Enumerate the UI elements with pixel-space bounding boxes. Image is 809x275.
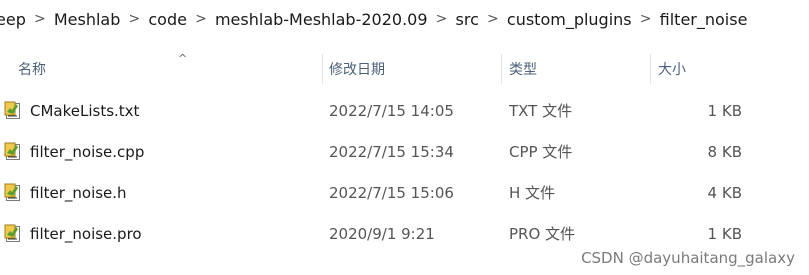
file-name: filter_noise.h [30, 183, 127, 202]
column-divider[interactable] [501, 54, 502, 84]
chevron-right-icon[interactable]: > [481, 11, 505, 27]
breadcrumb-item-meshlab-version[interactable]: meshlab-Meshlab-2020.09 [213, 10, 430, 29]
breadcrumb-item-src[interactable]: src [454, 10, 481, 29]
chevron-right-icon[interactable]: > [634, 11, 658, 27]
file-row[interactable]: filter_noise.cpp 2022/7/15 15:34 CPP 文件 … [0, 131, 809, 172]
column-header-type-label: 类型 [509, 62, 537, 78]
column-header-size[interactable]: 大小 [658, 52, 758, 86]
file-explorer-window: eep > Meshlab > code > meshlab-Meshlab-2… [0, 0, 809, 275]
file-size: 4 KB [707, 183, 742, 202]
column-header-name-label: 名称 [18, 62, 46, 78]
text-file-icon [4, 213, 24, 254]
column-header-name[interactable]: 名称 ^ [18, 52, 318, 86]
file-name: CMakeLists.txt [30, 101, 140, 120]
file-size: 8 KB [707, 142, 742, 161]
breadcrumb-item-meshlab[interactable]: Meshlab [52, 10, 123, 29]
file-date: 2022/7/15 15:34 [329, 142, 454, 161]
file-type: H 文件 [509, 184, 556, 202]
file-type: CPP 文件 [509, 143, 573, 161]
column-header-size-label: 大小 [658, 62, 686, 78]
file-name: filter_noise.pro [30, 224, 142, 243]
file-size: 1 KB [707, 224, 742, 243]
column-header-row: 名称 ^ 修改日期 类型 大小 [0, 52, 809, 86]
file-name: filter_noise.cpp [30, 142, 145, 161]
column-divider[interactable] [322, 54, 323, 84]
text-file-icon [4, 131, 24, 172]
file-date: 2020/9/1 9:21 [329, 224, 435, 243]
chevron-right-icon[interactable]: > [122, 11, 146, 27]
column-header-date[interactable]: 修改日期 [329, 52, 499, 86]
file-size: 1 KB [707, 101, 742, 120]
file-row[interactable]: CMakeLists.txt 2022/7/15 14:05 TXT 文件 1 … [0, 90, 809, 131]
breadcrumb-item-filter-noise[interactable]: filter_noise [658, 10, 750, 29]
column-divider[interactable] [650, 54, 651, 84]
breadcrumb-item-custom-plugins[interactable]: custom_plugins [505, 10, 634, 29]
file-date: 2022/7/15 15:06 [329, 183, 454, 202]
file-list: CMakeLists.txt 2022/7/15 14:05 TXT 文件 1 … [0, 90, 809, 254]
file-row[interactable]: filter_noise.h 2022/7/15 15:06 H 文件 4 KB [0, 172, 809, 213]
breadcrumb-item-code[interactable]: code [146, 10, 189, 29]
column-header-type[interactable]: 类型 [509, 52, 649, 86]
breadcrumb: eep > Meshlab > code > meshlab-Meshlab-2… [0, 0, 809, 38]
file-row[interactable]: filter_noise.pro 2020/9/1 9:21 PRO 文件 1 … [0, 213, 809, 254]
text-file-icon [4, 90, 24, 131]
sort-ascending-icon: ^ [178, 52, 188, 65]
chevron-right-icon[interactable]: > [430, 11, 454, 27]
chevron-right-icon[interactable]: > [189, 11, 213, 27]
chevron-right-icon[interactable]: > [28, 11, 52, 27]
text-file-icon [4, 172, 24, 213]
column-header-date-label: 修改日期 [329, 62, 385, 78]
watermark-text: CSDN @dayuhaitang_galaxy [581, 249, 795, 267]
breadcrumb-item-eep[interactable]: eep [0, 10, 28, 29]
file-type: PRO 文件 [509, 225, 576, 243]
file-type: TXT 文件 [509, 102, 573, 120]
file-date: 2022/7/15 14:05 [329, 101, 454, 120]
